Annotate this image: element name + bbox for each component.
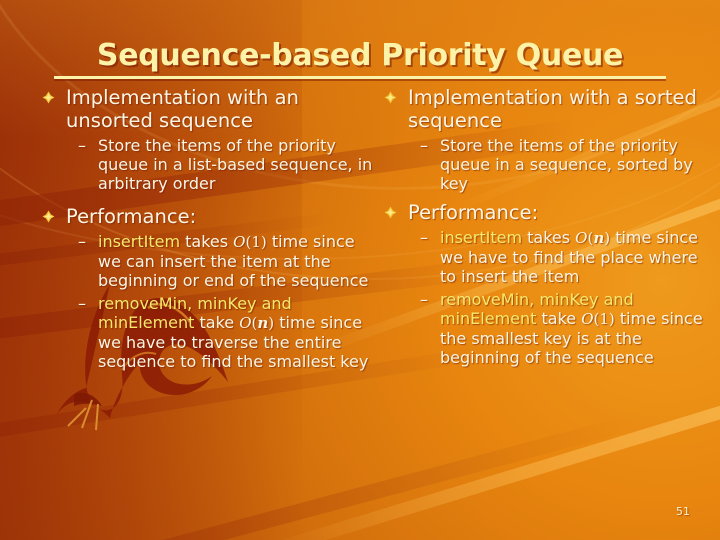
right-perf-2-o: O (581, 310, 594, 328)
left-performance-item-1: – insertItem takes O(1) time since we ca… (38, 232, 378, 290)
en-dash-bullet-icon: – (78, 294, 86, 313)
right-perf-2-middle: take (536, 309, 582, 328)
en-dash-bullet-icon: – (78, 136, 86, 155)
right-perf-2-keyword2: Min, min (500, 290, 570, 309)
right-performance-item-2: – removeMin, minKey and minElement take … (380, 290, 712, 367)
left-perf-1-arg: (1) (245, 233, 267, 251)
right-content-column: Implementation with a sorted sequence – … (380, 86, 712, 367)
diamond-bullet-icon (42, 91, 55, 104)
diamond-bullet-icon (384, 206, 397, 219)
left-perf-1-o: O (233, 233, 246, 251)
left-performance-heading-text: Performance: (66, 205, 197, 228)
right-perf-1-middle: takes (522, 228, 576, 247)
right-perf-1-keyword: insert (440, 228, 486, 247)
left-perf-2-o: O (239, 314, 252, 332)
en-dash-bullet-icon: – (78, 232, 86, 251)
right-heading-text: Implementation with a sorted sequence (408, 86, 697, 132)
right-perf-1-o: O (575, 229, 588, 247)
left-perf-2-keyword2: Min, min (158, 294, 228, 313)
slide-number: 51 (676, 505, 690, 518)
left-performance-heading: Performance: (38, 205, 378, 228)
left-perf-2-arg-var: n (257, 314, 269, 332)
right-perf-2-arg: (1) (593, 310, 615, 328)
slide-title: Sequence-based Priority Queue (96, 38, 624, 73)
right-performance-item-1: – insertItem takes O(n) time since we ha… (380, 228, 712, 286)
right-performance-heading-text: Performance: (408, 201, 539, 224)
left-heading-text: Implementation with an unsorted sequence (66, 86, 299, 132)
right-perf-2-keyword: remove (440, 290, 501, 309)
right-sub-item-1-text: Store the items of the priority queue in… (440, 136, 693, 193)
left-perf-1-middle: takes (180, 232, 234, 251)
left-perf-2-keyword: remove (98, 294, 159, 313)
en-dash-bullet-icon: – (420, 228, 428, 247)
right-sub-item-1: – Store the items of the priority queue … (380, 136, 712, 193)
left-spacer (38, 193, 378, 205)
diamond-bullet-icon (384, 91, 397, 104)
en-dash-bullet-icon: – (420, 136, 428, 155)
presentation-slide: Sequence-based Priority Queue Implementa… (0, 0, 720, 540)
left-performance-item-2: – removeMin, minKey and minElement take … (38, 294, 378, 371)
right-performance-heading: Performance: (380, 201, 712, 224)
diamond-bullet-icon (42, 210, 55, 223)
en-dash-bullet-icon: – (420, 290, 428, 309)
slide-title-underline (54, 76, 666, 79)
left-content-column: Implementation with an unsorted sequence… (38, 86, 378, 371)
right-heading-bullet: Implementation with a sorted sequence (380, 86, 712, 132)
left-sub-item-1: – Store the items of the priority queue … (38, 136, 378, 193)
left-heading-bullet: Implementation with an unsorted sequence (38, 86, 378, 132)
left-perf-1-keyword2: Item (143, 232, 181, 251)
left-sub-item-1-text: Store the items of the priority queue in… (98, 136, 373, 193)
left-perf-1-keyword: insert (98, 232, 144, 251)
right-perf-1-keyword2: Item (485, 228, 523, 247)
right-perf-1-arg-var: n (593, 229, 605, 247)
right-perf-1-complexity: O(n) (575, 229, 610, 247)
right-perf-2-keyword4: Element (470, 309, 537, 328)
left-perf-2-complexity: O(n) (239, 314, 274, 332)
left-perf-1-complexity: O(1) (233, 233, 267, 251)
left-perf-2-middle: take (194, 313, 240, 332)
left-perf-2-keyword4: Element (128, 313, 195, 332)
right-perf-2-complexity: O(1) (581, 310, 615, 328)
